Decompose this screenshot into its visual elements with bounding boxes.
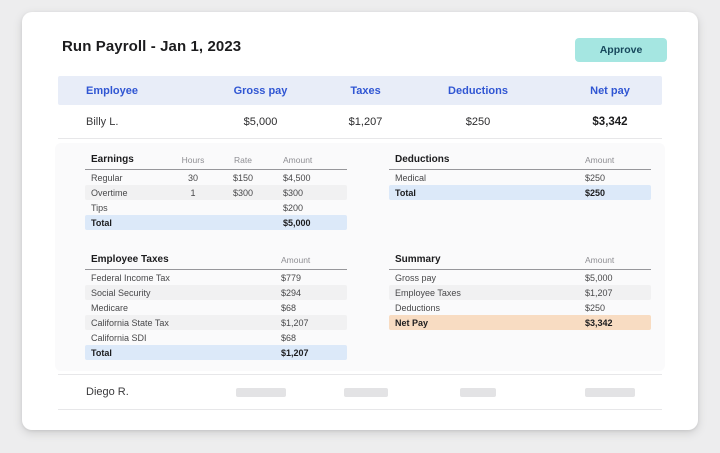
- earnings-row-overtime: Overtime 1 $300 $300: [85, 185, 347, 200]
- rate-column-header: Rate: [215, 155, 271, 165]
- row-label: Gross pay: [389, 273, 573, 283]
- row-amount: $68: [269, 333, 347, 343]
- row-amount: $779: [269, 273, 347, 283]
- tax-row-medicare: Medicare $68: [85, 300, 347, 315]
- approve-button[interactable]: Approve: [575, 38, 667, 62]
- row-amount: $250: [573, 173, 651, 183]
- tax-row-social-security: Social Security $294: [85, 285, 347, 300]
- summary-table-header: Summary Amount: [389, 250, 651, 270]
- placeholder-bar: [236, 388, 286, 397]
- employee-taxes-table: Employee Taxes Amount Federal Income Tax…: [85, 250, 347, 360]
- page-title: Run Payroll - Jan 1, 2023: [62, 38, 241, 55]
- row-hours: 1: [171, 188, 215, 198]
- earnings-table: Earnings Hours Rate Amount Regular 30 $1…: [85, 150, 347, 230]
- employee-row-billy[interactable]: Billy L. $5,000 $1,207 $250 $3,342: [58, 105, 662, 138]
- row-label: Overtime: [85, 188, 171, 198]
- column-header-deductions: Deductions: [418, 85, 538, 97]
- divider: [58, 138, 662, 139]
- row-rate: $300: [215, 188, 271, 198]
- row-amount: $68: [269, 303, 347, 313]
- row-amount: $5,000: [573, 273, 651, 283]
- amount-column-header: Amount: [573, 255, 651, 265]
- row-amount: $294: [269, 288, 347, 298]
- row-hours: 30: [171, 173, 215, 183]
- row-label: Total: [85, 218, 171, 228]
- row-label: Deductions: [389, 303, 573, 313]
- row-label: Federal Income Tax: [85, 273, 269, 283]
- earnings-row-tips: Tips $200: [85, 200, 347, 215]
- row-label: California SDI: [85, 333, 269, 343]
- employee-taxes-table-header: Employee Taxes Amount: [85, 250, 347, 270]
- row-amount: $1,207: [573, 288, 651, 298]
- amount-column-header: Amount: [271, 155, 347, 165]
- deductions-table: Deductions Amount Medical $250 Total $25…: [389, 150, 651, 200]
- row-rate: $150: [215, 173, 271, 183]
- row-label: Medicare: [85, 303, 269, 313]
- deductions-title: Deductions: [389, 154, 573, 165]
- row-amount: $1,207: [269, 348, 347, 358]
- placeholder-bar: [460, 388, 496, 397]
- placeholder-bar: [585, 388, 635, 397]
- tax-row-total: Total $1,207: [85, 345, 347, 360]
- row-label: Total: [389, 188, 573, 198]
- net-pay-value: $3,342: [538, 116, 682, 128]
- hours-column-header: Hours: [171, 155, 215, 165]
- summary-row-net-pay: Net Pay $3,342: [389, 315, 651, 330]
- row-label: California State Tax: [85, 318, 269, 328]
- earnings-title: Earnings: [85, 154, 171, 165]
- summary-row-employee-taxes: Employee Taxes $1,207: [389, 285, 651, 300]
- column-header-employee: Employee: [58, 85, 208, 97]
- row-amount: $1,207: [269, 318, 347, 328]
- employee-name: Diego R.: [58, 386, 208, 398]
- summary-title: Summary: [389, 254, 573, 265]
- tax-row-ca-sdi: California SDI $68: [85, 330, 347, 345]
- row-amount: $200: [271, 203, 347, 213]
- row-amount: $4,500: [271, 173, 347, 183]
- deductions-value: $250: [418, 116, 538, 128]
- row-amount: $300: [271, 188, 347, 198]
- taxes-value: $1,207: [313, 116, 418, 128]
- placeholder-bar: [344, 388, 388, 397]
- summary-row-gross-pay: Gross pay $5,000: [389, 270, 651, 285]
- tax-row-ca-state: California State Tax $1,207: [85, 315, 347, 330]
- row-label: Tips: [85, 203, 171, 213]
- row-label: Regular: [85, 173, 171, 183]
- card-header: Run Payroll - Jan 1, 2023 Approve: [22, 12, 698, 74]
- row-label: Net Pay: [389, 318, 573, 328]
- deduction-row-medical: Medical $250: [389, 170, 651, 185]
- detail-left-column: Earnings Hours Rate Amount Regular 30 $1…: [85, 150, 347, 360]
- employee-taxes-title: Employee Taxes: [85, 254, 269, 265]
- row-label: Employee Taxes: [389, 288, 573, 298]
- row-label: Total: [85, 348, 269, 358]
- payroll-card: Run Payroll - Jan 1, 2023 Approve Employ…: [22, 12, 698, 430]
- column-header-net-pay: Net pay: [538, 85, 682, 97]
- row-amount: $5,000: [271, 218, 347, 228]
- column-header-gross-pay: Gross pay: [208, 85, 313, 97]
- row-amount: $250: [573, 188, 651, 198]
- tax-row-federal: Federal Income Tax $779: [85, 270, 347, 285]
- summary-row-deductions: Deductions $250: [389, 300, 651, 315]
- deductions-table-header: Deductions Amount: [389, 150, 651, 170]
- amount-column-header: Amount: [269, 255, 347, 265]
- earnings-table-header: Earnings Hours Rate Amount: [85, 150, 347, 170]
- row-amount: $3,342: [573, 318, 651, 328]
- earnings-row-total: Total $5,000: [85, 215, 347, 230]
- employee-name: Billy L.: [58, 116, 208, 128]
- gross-pay-value: $5,000: [208, 116, 313, 128]
- summary-table: Summary Amount Gross pay $5,000 Employee…: [389, 250, 651, 330]
- earnings-row-regular: Regular 30 $150 $4,500: [85, 170, 347, 185]
- payroll-table-header: Employee Gross pay Taxes Deductions Net …: [58, 76, 662, 105]
- column-header-taxes: Taxes: [313, 85, 418, 97]
- detail-right-column: Deductions Amount Medical $250 Total $25…: [389, 150, 651, 360]
- row-label: Social Security: [85, 288, 269, 298]
- payroll-detail-panel: Earnings Hours Rate Amount Regular 30 $1…: [55, 143, 665, 371]
- amount-column-header: Amount: [573, 155, 651, 165]
- employee-row-diego[interactable]: Diego R.: [58, 375, 662, 409]
- row-label: Medical: [389, 173, 573, 183]
- divider: [58, 409, 662, 410]
- row-amount: $250: [573, 303, 651, 313]
- deduction-row-total: Total $250: [389, 185, 651, 200]
